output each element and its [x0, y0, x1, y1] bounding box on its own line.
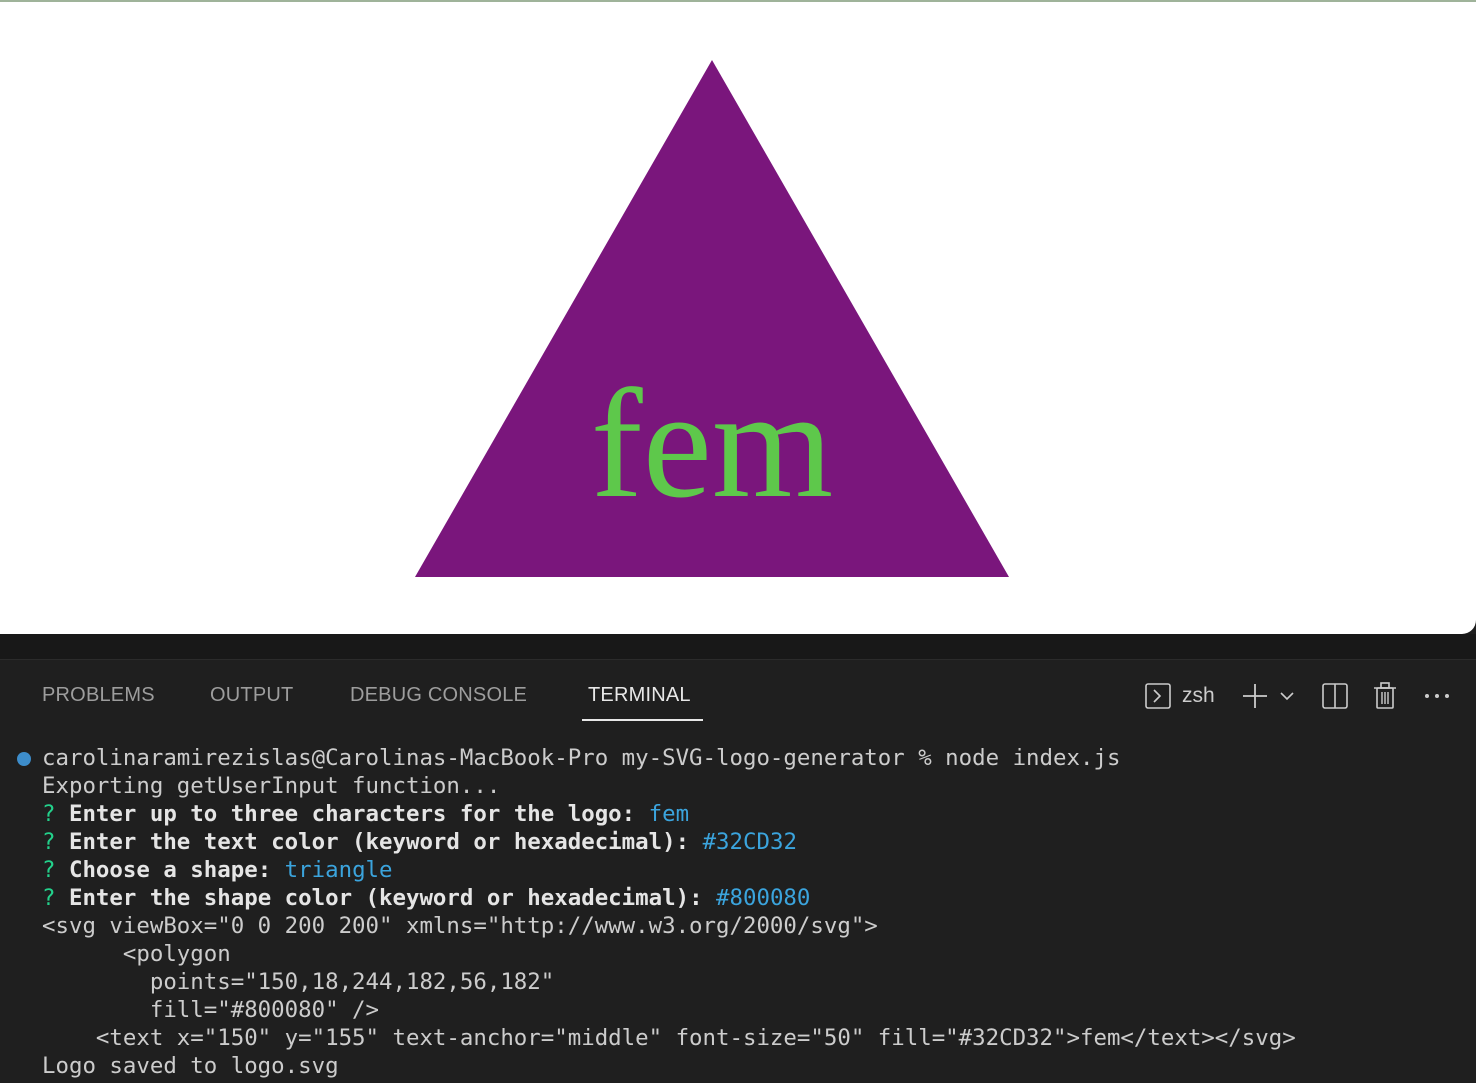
logo-text: fem — [591, 357, 834, 530]
terminal-question-line: ? Choose a shape: triangle — [42, 857, 393, 883]
logo-svg: fem — [415, 60, 1009, 577]
tab-terminal[interactable]: TERMINAL — [588, 684, 691, 707]
terminal-question-line: ? Enter up to three characters for the l… — [42, 801, 690, 827]
terminal-profiles-dropdown[interactable] — [1278, 680, 1296, 712]
active-tab-indicator — [582, 719, 703, 721]
ellipsis-icon — [1422, 681, 1452, 711]
command-decoration-dot[interactable] — [17, 752, 31, 766]
terminal-icon — [1144, 682, 1172, 710]
tab-output[interactable]: OUTPUT — [210, 684, 293, 707]
terminal-log-line: Exporting getUserInput function... — [42, 773, 501, 799]
terminal-question-line: ? Enter the shape color (keyword or hexa… — [42, 885, 811, 911]
terminal-output[interactable]: carolinaramirezislas@Carolinas-MacBook-P… — [0, 744, 1476, 1083]
terminal-shell-selector[interactable]: zsh — [1144, 680, 1215, 712]
terminal-svg-line: points="150,18,244,182,56,182" — [42, 969, 555, 995]
kill-terminal-button[interactable] — [1370, 680, 1400, 712]
new-terminal-button[interactable] — [1240, 680, 1270, 712]
more-actions-button[interactable] — [1422, 680, 1452, 712]
terminal-svg-line: <svg viewBox="0 0 200 200" xmlns="http:/… — [42, 913, 878, 939]
panel-gap — [0, 634, 1476, 659]
plus-icon — [1240, 681, 1270, 711]
terminal-saved-line: Logo saved to logo.svg — [42, 1053, 339, 1079]
tab-debug-console[interactable]: DEBUG CONSOLE — [350, 684, 527, 707]
split-icon — [1320, 681, 1350, 711]
chevron-down-icon — [1278, 687, 1296, 705]
tab-problems[interactable]: PROBLEMS — [42, 684, 155, 707]
bottom-panel: PROBLEMS OUTPUT DEBUG CONSOLE TERMINAL z… — [0, 659, 1476, 1082]
split-terminal-button[interactable] — [1320, 680, 1350, 712]
shell-name: zsh — [1182, 684, 1215, 707]
terminal-prompt-line: carolinaramirezislas@Carolinas-MacBook-P… — [42, 745, 1121, 771]
logo-preview: fem — [0, 0, 1476, 634]
terminal-svg-line: fill="#800080" /> — [42, 997, 380, 1023]
terminal-svg-line: <polygon — [42, 941, 231, 967]
terminal-svg-line: <text x="150" y="155" text-anchor="middl… — [42, 1025, 1296, 1051]
trash-icon — [1370, 681, 1400, 711]
terminal-question-line: ? Enter the text color (keyword or hexad… — [42, 829, 797, 855]
